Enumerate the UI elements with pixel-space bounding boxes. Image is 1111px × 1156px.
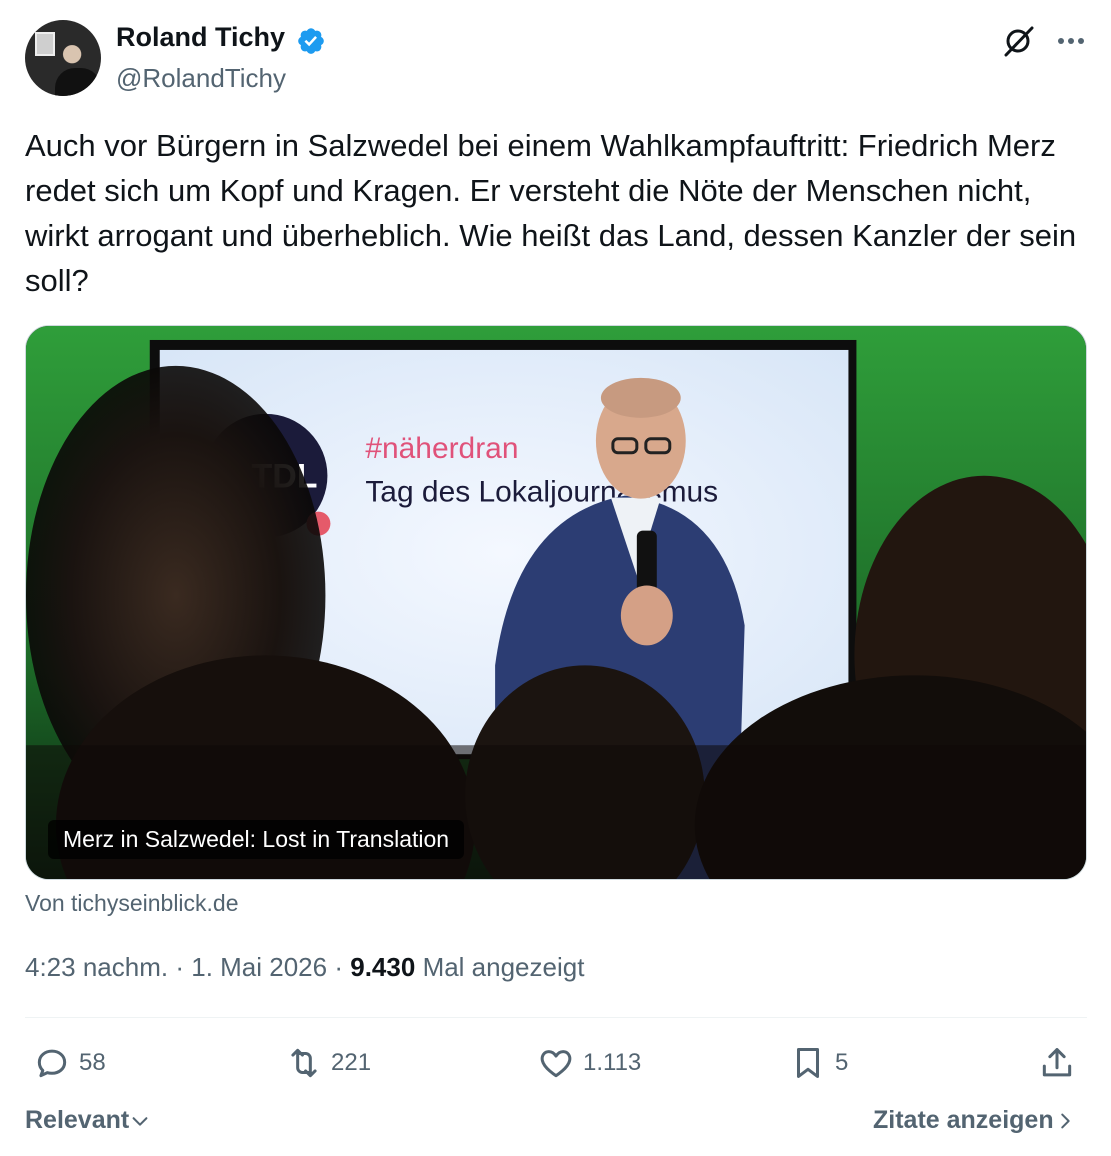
card-title: Merz in Salzwedel: Lost in Translation bbox=[48, 820, 465, 859]
tweet-meta: 4:23 nachm. · 1. Mai 2026 · 9.430 Mal an… bbox=[25, 952, 584, 983]
tweet-date[interactable]: 1. Mai 2026 bbox=[191, 952, 327, 982]
sort-label: Relevant bbox=[25, 1106, 130, 1134]
author-name[interactable]: Roland Tichy bbox=[116, 22, 285, 53]
chevron-down-icon bbox=[132, 1116, 148, 1126]
chevron-right-icon bbox=[1060, 1113, 1070, 1128]
tweet-time[interactable]: 4:23 nachm. bbox=[25, 952, 168, 982]
like-count: 1.113 bbox=[583, 1049, 642, 1076]
card-photo: TDL #näherdran Tag des Lokaljournalismus bbox=[26, 326, 1086, 879]
quotes-label: Zitate anzeigen bbox=[873, 1106, 1054, 1134]
reply-count: 58 bbox=[79, 1049, 106, 1076]
sort-relevant-dropdown[interactable]: Relevant bbox=[25, 1106, 151, 1135]
views-label: Mal angezeigt bbox=[422, 952, 585, 982]
bookmark-button[interactable]: 5 bbox=[789, 1040, 848, 1086]
reply-button[interactable]: 58 bbox=[33, 1040, 106, 1086]
share-icon bbox=[1042, 1048, 1072, 1077]
link-card[interactable]: TDL #näherdran Tag des Lokaljournalismus… bbox=[25, 325, 1087, 880]
repost-button[interactable]: 221 bbox=[285, 1040, 371, 1086]
repost-count: 221 bbox=[331, 1049, 372, 1076]
tweet-text: Auch vor Bürgern in Salzwedel bei einem … bbox=[25, 128, 1077, 298]
like-button[interactable]: 1.113 bbox=[537, 1040, 641, 1086]
author-handle[interactable]: @RolandTichy bbox=[116, 63, 286, 94]
avatar-figure bbox=[55, 68, 101, 96]
meta-separator: · bbox=[334, 952, 344, 982]
reply-icon bbox=[37, 1049, 67, 1078]
view-quotes-link[interactable]: Zitate anzeigen bbox=[873, 1106, 1076, 1135]
bookmark-count: 5 bbox=[835, 1049, 849, 1076]
avatar-background-frame bbox=[35, 32, 55, 56]
divider bbox=[25, 1017, 1087, 1018]
avatar[interactable] bbox=[25, 20, 101, 96]
meta-separator: · bbox=[175, 952, 184, 982]
card-source-link[interactable]: Von tichyseinblick.de bbox=[25, 890, 239, 917]
bookmark-icon bbox=[796, 1048, 820, 1078]
grok-icon[interactable] bbox=[1002, 24, 1036, 58]
verified-badge-icon bbox=[298, 28, 324, 54]
heart-icon bbox=[540, 1050, 572, 1078]
repost-icon bbox=[291, 1048, 317, 1078]
more-options-icon[interactable] bbox=[1054, 26, 1088, 56]
views-count: 9.430 bbox=[350, 952, 416, 982]
screen-hashtag: #näherdran bbox=[365, 432, 518, 465]
share-button[interactable] bbox=[1038, 1040, 1076, 1086]
